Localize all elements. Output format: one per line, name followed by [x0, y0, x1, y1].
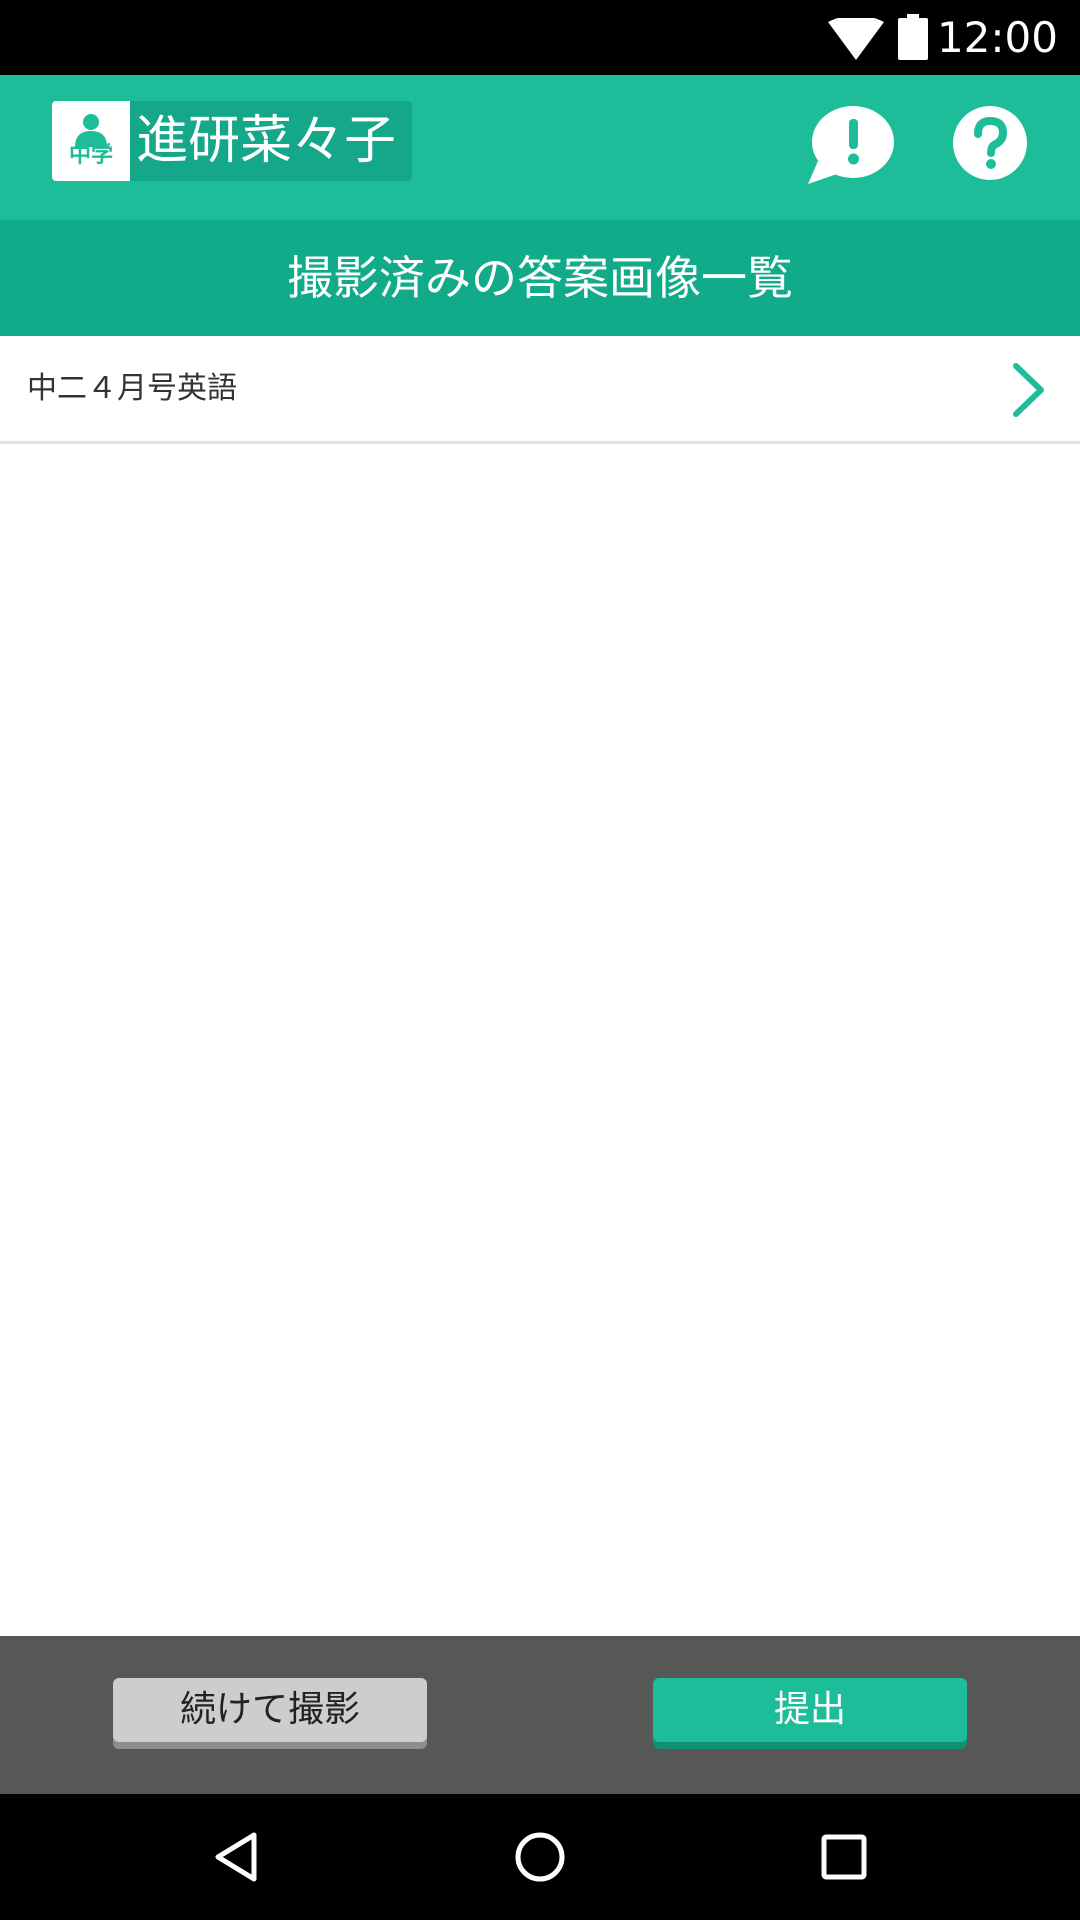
user-profile[interactable]: 中学 進研菜々子 — [52, 101, 412, 181]
exclamation-speech-bubble-icon[interactable] — [806, 105, 896, 187]
list-item[interactable]: 中二４月号英語 — [0, 336, 1080, 444]
back-icon[interactable] — [214, 1832, 258, 1882]
home-icon[interactable] — [514, 1831, 566, 1883]
status-time: 12:00 — [936, 13, 1058, 62]
system-nav-bar — [0, 1794, 1080, 1920]
chevron-right-icon — [1013, 363, 1044, 417]
continue-capture-button[interactable]: 続けて撮影 — [113, 1678, 427, 1742]
status-bar: 12:00 — [0, 0, 1080, 75]
user-name: 進研菜々子 — [136, 111, 397, 171]
question-circle-icon[interactable] — [952, 105, 1028, 181]
grade-badge: 中学 — [52, 101, 130, 181]
grade-label: 中学 — [68, 143, 113, 168]
captured-answer-list: 中二４月号英語 — [0, 336, 1080, 444]
page-title: 撮影済みの答案画像一覧 — [0, 220, 1080, 336]
action-bar: 続けて撮影 提出 — [0, 1636, 1080, 1794]
submit-button[interactable]: 提出 — [653, 1678, 967, 1742]
wifi-icon — [828, 18, 884, 60]
app-bar: 中学 進研菜々子 — [0, 75, 1080, 220]
battery-icon — [898, 14, 928, 60]
person-icon — [75, 114, 107, 147]
list-item-label: 中二４月号英語 — [27, 371, 237, 406]
recent-apps-icon[interactable] — [821, 1834, 867, 1880]
